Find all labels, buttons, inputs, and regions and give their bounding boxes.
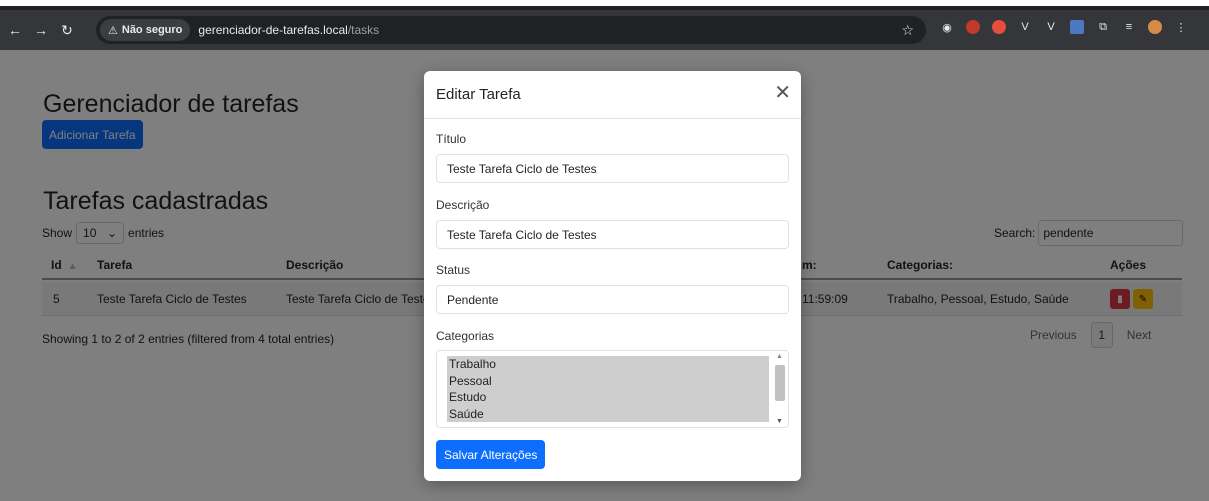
scroll-up-icon[interactable]: ▲ <box>776 353 783 360</box>
titulo-label: Título <box>436 132 467 146</box>
option-estudo[interactable]: Estudo <box>447 389 769 406</box>
window-top-strip <box>0 0 1209 10</box>
extensions-bar: ◉ V V ⧉ ≡ ⋮ <box>940 20 1188 34</box>
option-saude[interactable]: Saúde <box>447 406 769 423</box>
adblock-icon[interactable] <box>992 20 1006 34</box>
close-icon[interactable]: ✕ <box>774 83 791 103</box>
status-select[interactable]: Pendente <box>436 285 789 314</box>
categorias-multiselect[interactable]: Trabalho Pessoal Estudo Saúde ▲ ▼ <box>436 350 789 428</box>
v-extension-2-icon[interactable]: V <box>1044 20 1058 34</box>
security-label: Não seguro <box>121 24 183 36</box>
option-trabalho[interactable]: Trabalho <box>447 356 769 373</box>
edit-task-modal: Editar Tarefa ✕ Título Teste Tarefa Cicl… <box>424 71 801 481</box>
categorias-options: Trabalho Pessoal Estudo Saúde <box>447 356 769 422</box>
record-extension-icon[interactable] <box>966 20 980 34</box>
scroll-down-icon[interactable]: ▼ <box>776 418 783 425</box>
save-changes-button[interactable]: Salvar Alterações <box>436 440 546 469</box>
security-chip[interactable]: ⚠ Não seguro <box>100 19 191 41</box>
modal-title: Editar Tarefa <box>436 86 521 103</box>
multiselect-scrollbar[interactable]: ▲ ▼ <box>774 353 786 425</box>
status-label: Status <box>436 263 471 277</box>
url-text: gerenciador-de-tarefas.local/tasks <box>198 23 380 37</box>
reload-icon[interactable]: ↻ <box>56 19 78 41</box>
translate-icon[interactable] <box>1070 20 1084 34</box>
forward-icon[interactable]: → <box>30 19 52 41</box>
puzzle-icon[interactable]: ⧉ <box>1096 20 1110 34</box>
browser-toolbar: ← → ↻ ⚠ Não seguro gerenciador-de-tarefa… <box>0 10 1209 50</box>
modal-header: Editar Tarefa ✕ <box>424 71 801 119</box>
descricao-label: Descrição <box>436 198 490 212</box>
bookmark-star-icon[interactable]: ☆ <box>901 22 914 39</box>
descricao-input[interactable]: Teste Tarefa Ciclo de Testes <box>436 220 789 249</box>
profile-avatar[interactable] <box>1148 20 1162 34</box>
categorias-label: Categorias <box>436 329 495 343</box>
warning-icon: ⚠ <box>108 24 118 37</box>
menu-icon[interactable]: ⋮ <box>1174 20 1188 34</box>
scroll-thumb[interactable] <box>775 365 785 401</box>
v-extension-icon[interactable]: V <box>1018 20 1032 34</box>
option-pessoal[interactable]: Pessoal <box>447 373 769 390</box>
titulo-input[interactable]: Teste Tarefa Ciclo de Testes <box>436 154 789 183</box>
address-bar[interactable]: ⚠ Não seguro gerenciador-de-tarefas.loca… <box>96 16 926 44</box>
back-icon[interactable]: ← <box>4 19 26 41</box>
reading-list-icon[interactable]: ≡ <box>1122 20 1136 34</box>
camera-icon[interactable]: ◉ <box>940 20 954 34</box>
